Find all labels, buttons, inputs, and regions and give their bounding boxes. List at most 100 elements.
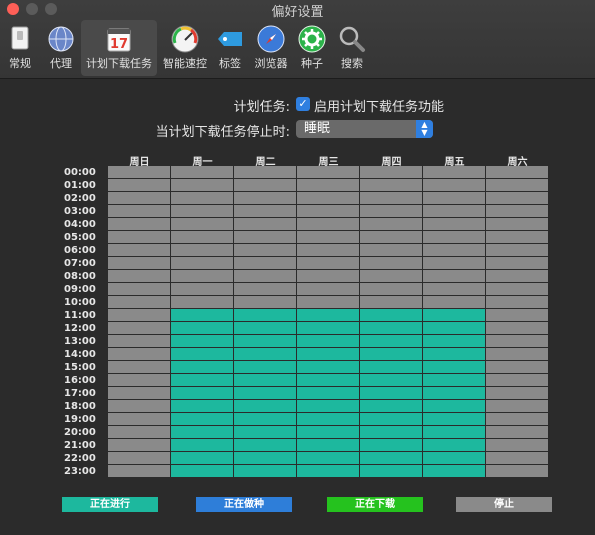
schedule-cell[interactable] [108, 400, 171, 413]
tab-browser[interactable]: 浏览器 [250, 20, 292, 76]
schedule-cell[interactable] [297, 465, 360, 478]
schedule-cell[interactable] [234, 426, 297, 439]
tab-search[interactable]: 搜索 [334, 20, 370, 76]
schedule-cell[interactable] [234, 296, 297, 309]
tab-torrents[interactable]: 种子 [294, 20, 330, 76]
schedule-cell[interactable] [108, 439, 171, 452]
tab-tags[interactable]: 标签 [212, 20, 248, 76]
schedule-cell[interactable] [486, 387, 549, 400]
schedule-cell[interactable] [108, 283, 171, 296]
schedule-cell[interactable] [234, 218, 297, 231]
schedule-cell[interactable] [423, 205, 486, 218]
schedule-cell[interactable] [171, 166, 234, 179]
schedule-cell[interactable] [234, 231, 297, 244]
schedule-cell[interactable] [486, 283, 549, 296]
schedule-cell[interactable] [171, 387, 234, 400]
schedule-cell[interactable] [360, 296, 423, 309]
schedule-cell[interactable] [234, 348, 297, 361]
schedule-cell[interactable] [234, 374, 297, 387]
schedule-cell[interactable] [423, 439, 486, 452]
schedule-cell[interactable] [171, 465, 234, 478]
schedule-cell[interactable] [171, 322, 234, 335]
schedule-cell[interactable] [297, 218, 360, 231]
schedule-cell[interactable] [423, 166, 486, 179]
schedule-cell[interactable] [423, 322, 486, 335]
schedule-cell[interactable] [360, 465, 423, 478]
schedule-cell[interactable] [171, 218, 234, 231]
schedule-cell[interactable] [108, 257, 171, 270]
schedule-grid[interactable] [108, 166, 549, 478]
schedule-cell[interactable] [423, 283, 486, 296]
schedule-cell[interactable] [234, 439, 297, 452]
schedule-cell[interactable] [360, 361, 423, 374]
schedule-cell[interactable] [108, 413, 171, 426]
schedule-cell[interactable] [297, 231, 360, 244]
schedule-cell[interactable] [108, 348, 171, 361]
schedule-cell[interactable] [486, 465, 549, 478]
schedule-cell[interactable] [171, 439, 234, 452]
schedule-cell[interactable] [423, 179, 486, 192]
schedule-cell[interactable] [423, 309, 486, 322]
schedule-cell[interactable] [171, 426, 234, 439]
schedule-cell[interactable] [360, 205, 423, 218]
schedule-cell[interactable] [234, 400, 297, 413]
schedule-cell[interactable] [486, 257, 549, 270]
schedule-cell[interactable] [360, 218, 423, 231]
schedule-cell[interactable] [486, 439, 549, 452]
schedule-cell[interactable] [360, 374, 423, 387]
schedule-cell[interactable] [486, 244, 549, 257]
tab-smart-speed[interactable]: 智能速控 [160, 20, 210, 76]
schedule-cell[interactable] [297, 439, 360, 452]
schedule-cell[interactable] [234, 465, 297, 478]
schedule-cell[interactable] [423, 465, 486, 478]
schedule-cell[interactable] [108, 296, 171, 309]
schedule-cell[interactable] [297, 179, 360, 192]
schedule-cell[interactable] [423, 413, 486, 426]
schedule-cell[interactable] [171, 192, 234, 205]
schedule-cell[interactable] [423, 426, 486, 439]
schedule-cell[interactable] [486, 361, 549, 374]
schedule-cell[interactable] [423, 348, 486, 361]
schedule-cell[interactable] [486, 322, 549, 335]
schedule-cell[interactable] [360, 400, 423, 413]
schedule-cell[interactable] [297, 283, 360, 296]
schedule-cell[interactable] [297, 413, 360, 426]
schedule-cell[interactable] [360, 387, 423, 400]
schedule-cell[interactable] [297, 348, 360, 361]
schedule-cell[interactable] [171, 179, 234, 192]
schedule-cell[interactable] [108, 166, 171, 179]
schedule-cell[interactable] [108, 322, 171, 335]
schedule-cell[interactable] [297, 205, 360, 218]
schedule-cell[interactable] [171, 283, 234, 296]
schedule-cell[interactable] [423, 296, 486, 309]
schedule-cell[interactable] [423, 400, 486, 413]
schedule-cell[interactable] [234, 309, 297, 322]
schedule-cell[interactable] [360, 309, 423, 322]
schedule-cell[interactable] [234, 283, 297, 296]
schedule-cell[interactable] [423, 270, 486, 283]
schedule-cell[interactable] [297, 244, 360, 257]
schedule-cell[interactable] [171, 400, 234, 413]
schedule-cell[interactable] [171, 413, 234, 426]
schedule-cell[interactable] [423, 192, 486, 205]
schedule-cell[interactable] [297, 192, 360, 205]
schedule-cell[interactable] [486, 270, 549, 283]
schedule-cell[interactable] [171, 244, 234, 257]
schedule-cell[interactable] [297, 387, 360, 400]
tab-general[interactable]: 常规 [2, 20, 38, 76]
schedule-cell[interactable] [360, 452, 423, 465]
schedule-cell[interactable] [108, 218, 171, 231]
schedule-cell[interactable] [171, 361, 234, 374]
schedule-cell[interactable] [108, 205, 171, 218]
schedule-cell[interactable] [486, 166, 549, 179]
schedule-cell[interactable] [297, 452, 360, 465]
enable-schedule-checkbox[interactable]: ✓ [296, 97, 310, 111]
schedule-cell[interactable] [486, 400, 549, 413]
schedule-cell[interactable] [297, 296, 360, 309]
schedule-cell[interactable] [297, 400, 360, 413]
schedule-cell[interactable] [108, 465, 171, 478]
schedule-cell[interactable] [234, 270, 297, 283]
schedule-cell[interactable] [486, 218, 549, 231]
schedule-cell[interactable] [171, 296, 234, 309]
schedule-cell[interactable] [297, 374, 360, 387]
